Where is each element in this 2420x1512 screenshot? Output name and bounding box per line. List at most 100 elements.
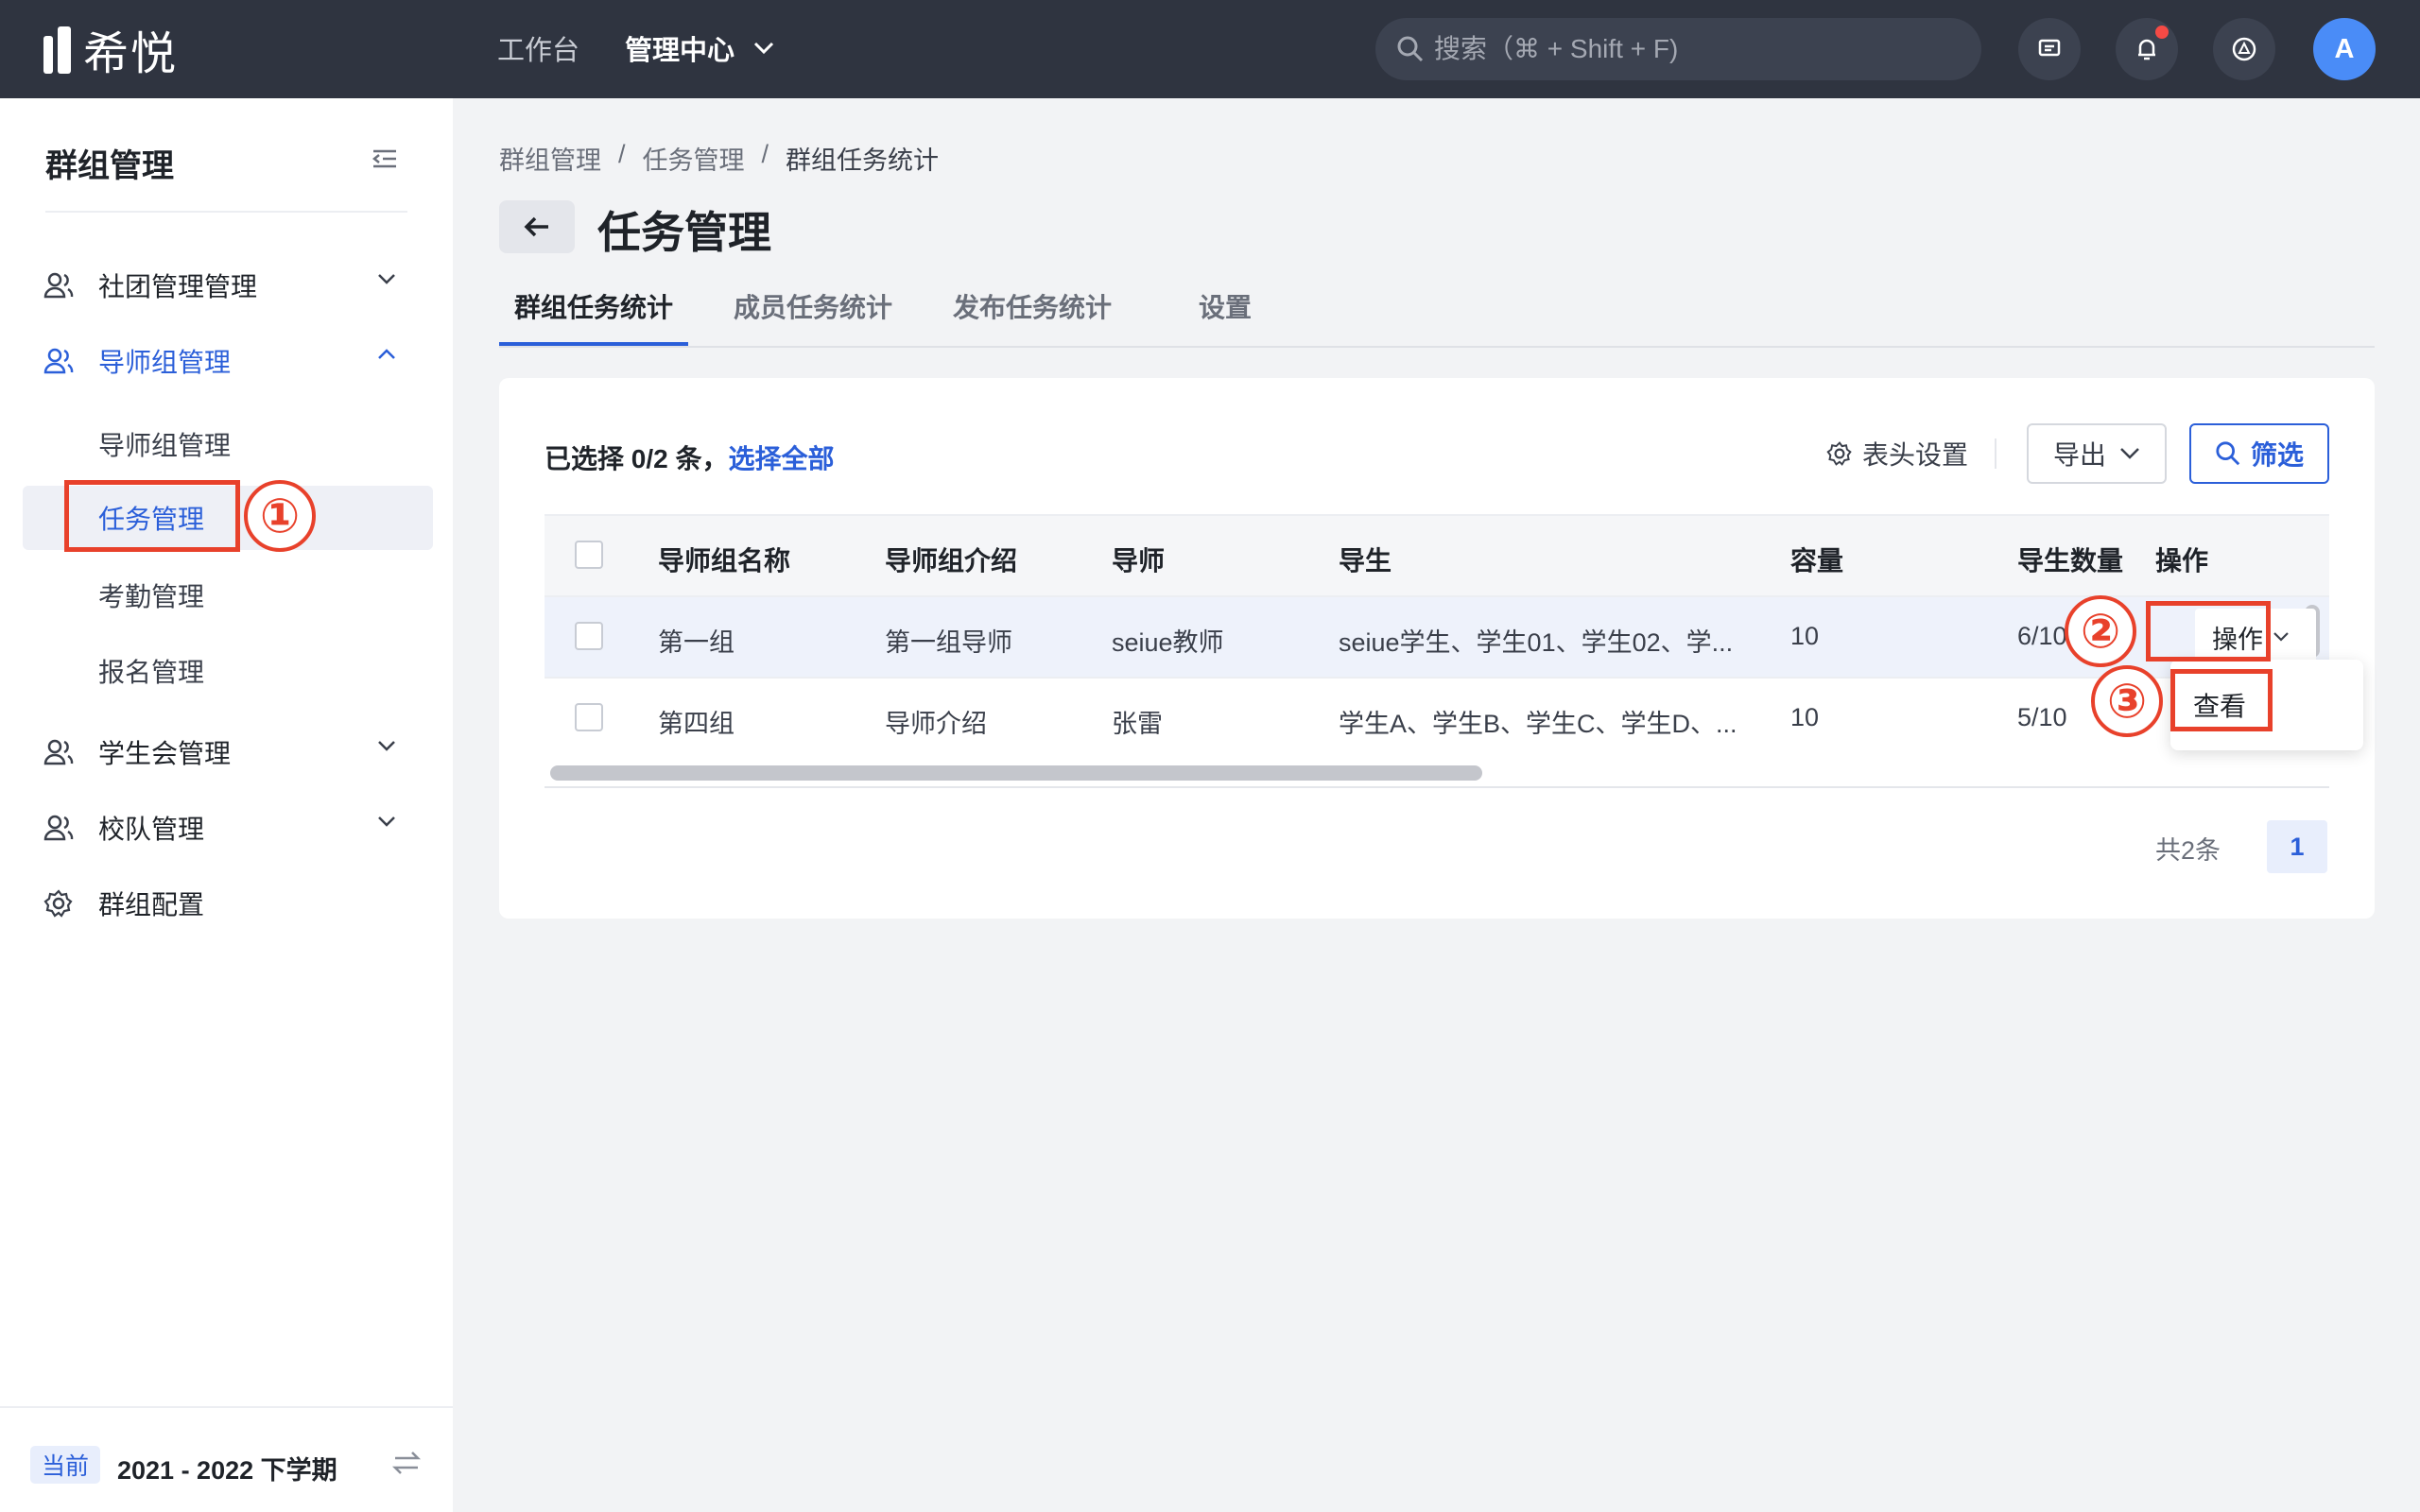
tab-settings[interactable]: 设置 xyxy=(1199,287,1252,325)
header-student-count[interactable]: 导生数量 xyxy=(2017,541,2123,578)
current-term-tag: 当前 xyxy=(30,1446,101,1484)
menu-label: 学生会管理 xyxy=(98,739,232,768)
users-icon xyxy=(43,815,74,841)
submenu-mentor-group-management[interactable]: 导师组管理 xyxy=(0,412,453,476)
header-students[interactable]: 导生 xyxy=(1339,541,1392,578)
menu-club-management[interactable]: 社团管理管理 xyxy=(0,255,453,316)
users-icon xyxy=(43,272,74,299)
chevron-down-icon xyxy=(378,816,395,827)
nav-management-center[interactable]: 管理中心 xyxy=(625,28,774,68)
arrow-left-icon xyxy=(524,216,548,237)
step-marker-1: ① xyxy=(244,480,316,552)
row-checkbox[interactable] xyxy=(575,703,603,731)
column-settings-button[interactable]: 表头设置 xyxy=(1826,435,1968,472)
bell-icon xyxy=(2138,39,2155,60)
gear-icon xyxy=(1826,441,1852,466)
highlight-box-1 xyxy=(64,480,240,552)
header-mentor[interactable]: 导师 xyxy=(1112,541,1165,578)
tab-publish-task-stats[interactable]: 发布任务统计 xyxy=(953,287,1112,325)
select-all-checkbox[interactable] xyxy=(575,541,603,569)
menu-label: 社团管理管理 xyxy=(98,272,258,301)
submenu-registration-management[interactable]: 报名管理 xyxy=(0,639,453,703)
step-marker-3: ③ xyxy=(2091,665,2163,737)
collapse-icon xyxy=(372,149,396,168)
page-1-button[interactable]: 1 xyxy=(2267,820,2327,873)
user-avatar[interactable]: A xyxy=(2313,18,2376,80)
tab-bar: 群组任务统计 成员任务统计 发布任务统计 设置 xyxy=(499,284,2375,348)
notification-dot xyxy=(2155,26,2169,39)
menu-mentor-group[interactable]: 导师组管理 xyxy=(0,331,453,391)
app-center-button[interactable] xyxy=(2213,18,2275,80)
menu-school-team[interactable]: 校队管理 xyxy=(0,798,453,858)
breadcrumb-group-management[interactable]: 群组管理 xyxy=(499,140,601,177)
submenu-label: 报名管理 xyxy=(98,658,205,687)
table-row[interactable]: 第四组 导师介绍 张雷 学生A、学生B、学生C、学生D、... 10 5/10 xyxy=(544,677,2329,758)
nav-management-label: 管理中心 xyxy=(625,36,735,66)
highlight-box-3 xyxy=(2170,669,2273,731)
submenu-attendance-management[interactable]: 考勤管理 xyxy=(0,563,453,627)
chevron-down-icon xyxy=(2120,448,2139,459)
global-search[interactable] xyxy=(1375,18,1981,80)
top-nav: 工作台 管理中心 xyxy=(497,28,774,68)
cell-student-count: 6/10 xyxy=(2017,622,2067,650)
chevron-down-icon xyxy=(378,274,395,284)
menu-label: 校队管理 xyxy=(98,815,205,844)
breadcrumb-task-management[interactable]: 任务管理 xyxy=(643,140,745,177)
table-header: 导师组名称 导师组介绍 导师 导生 容量 导生数量 操作 xyxy=(544,514,2329,595)
horizontal-scrollbar[interactable] xyxy=(550,765,1482,781)
menu-group-config[interactable]: 群组配置 xyxy=(0,873,453,934)
logo-text: 希悦 xyxy=(83,29,179,79)
total-count: 共2条 xyxy=(2155,836,2221,865)
chevron-down-icon xyxy=(753,42,774,55)
sidebar: 群组管理 社团管理管理 导师组管理 导师组管理 任务管理 考勤管理 报名管理 学… xyxy=(0,98,453,1512)
breadcrumb-separator: / xyxy=(618,140,626,168)
nav-workbench[interactable]: 工作台 xyxy=(497,28,579,68)
row-checkbox[interactable] xyxy=(575,622,603,650)
column-settings-label: 表头设置 xyxy=(1862,440,1969,470)
search-input[interactable] xyxy=(1434,34,1945,64)
chat-icon xyxy=(2038,39,2061,57)
menu-student-union[interactable]: 学生会管理 xyxy=(0,722,453,782)
notification-button[interactable] xyxy=(2116,18,2178,80)
filter-label: 筛选 xyxy=(2250,440,2304,470)
selection-info: 已选择 0/2 条，选择全部 xyxy=(544,438,835,476)
header-actions: 操作 xyxy=(2155,546,2209,576)
mentor-group-table: 导师组名称 导师组介绍 导师 导生 容量 导生数量 操作 第一组 第一组导师 s… xyxy=(544,514,2329,788)
current-term: 2021 - 2022 下学期 xyxy=(117,1456,337,1485)
step-marker-2: ② xyxy=(2065,595,2136,667)
cell-group-name: 第一组 xyxy=(658,628,735,657)
compass-icon xyxy=(2232,37,2256,61)
cell-capacity: 10 xyxy=(1790,703,1820,731)
chevron-up-icon xyxy=(378,349,395,359)
cell-students: seiue学生、学生01、学生02、学... xyxy=(1339,628,1734,657)
header-group-intro[interactable]: 导师组介绍 xyxy=(885,541,1017,578)
chevron-down-icon xyxy=(378,741,395,751)
collapse-sidebar-button[interactable] xyxy=(372,147,398,175)
logo-icon xyxy=(42,25,76,74)
breadcrumb-separator: / xyxy=(761,140,769,168)
message-button[interactable] xyxy=(2018,18,2081,80)
breadcrumb-current: 群组任务统计 xyxy=(786,146,940,175)
header-group-name[interactable]: 导师组名称 xyxy=(658,541,790,578)
term-selector[interactable]: 当前 2021 - 2022 下学期 xyxy=(0,1406,453,1512)
switch-icon[interactable] xyxy=(391,1450,422,1476)
cell-group-intro: 第一组导师 xyxy=(885,628,1012,657)
users-icon xyxy=(43,739,74,765)
tab-member-task-stats[interactable]: 成员任务统计 xyxy=(734,287,892,325)
cell-students: 学生A、学生B、学生C、学生D、... xyxy=(1339,710,1737,738)
header-capacity[interactable]: 容量 xyxy=(1790,541,1843,578)
select-all-link[interactable]: 选择全部 xyxy=(728,444,834,473)
sidebar-title: 群组管理 xyxy=(45,148,174,184)
filter-button[interactable]: 筛选 xyxy=(2189,423,2329,484)
page-title: 任务管理 xyxy=(597,208,771,257)
submenu-label: 导师组管理 xyxy=(98,431,232,460)
export-button[interactable]: 导出 xyxy=(2027,423,2167,484)
tab-group-task-stats[interactable]: 群组任务统计 xyxy=(514,287,673,325)
table-row[interactable]: 第一组 第一组导师 seiue教师 seiue学生、学生01、学生02、学...… xyxy=(544,595,2329,677)
app-logo[interactable]: 希悦 xyxy=(42,21,178,79)
selection-count: 已选择 0/2 条， xyxy=(544,444,729,473)
back-button[interactable] xyxy=(499,200,575,253)
active-tab-indicator xyxy=(499,342,688,346)
cell-mentor: seiue教师 xyxy=(1112,628,1224,657)
breadcrumb: 群组管理 / 任务管理 / 群组任务统计 xyxy=(499,140,939,177)
